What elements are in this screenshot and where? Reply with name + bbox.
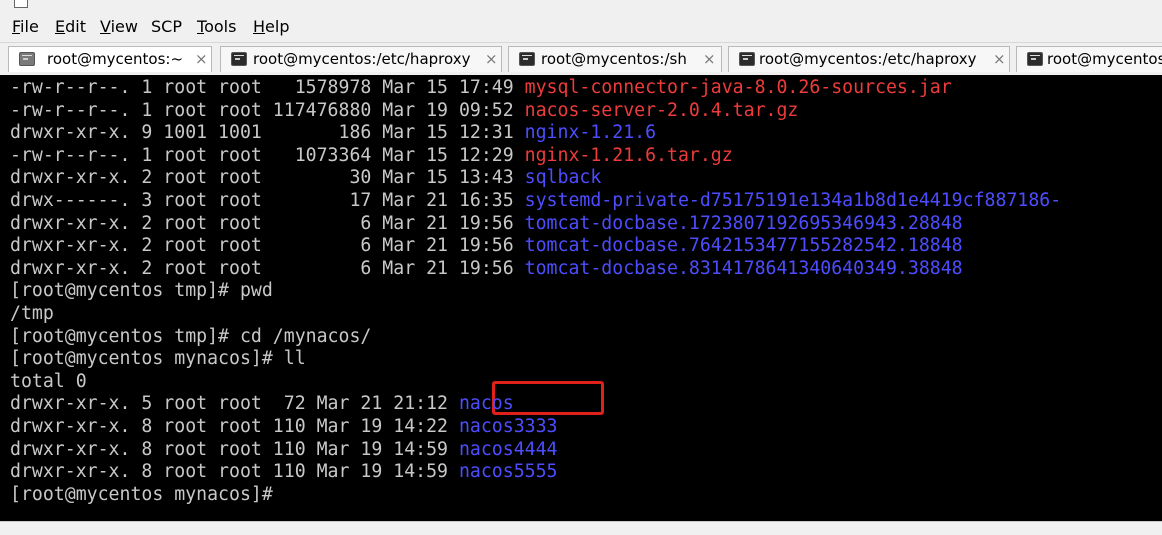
file-name: nacos-server-2.0.4.tar.gz <box>524 99 799 121</box>
menu-view[interactable]: View <box>100 17 138 37</box>
terminal-line: drwxr-xr-x. 9 1001 1001 186 Mar 15 12:31… <box>10 121 656 144</box>
line-text: total 0 <box>10 370 87 392</box>
tab-session-3[interactable]: root@mycentos:/sh × <box>508 46 722 72</box>
line-text: [root@mycentos mynacos]# ll <box>10 348 306 370</box>
terminal-icon <box>19 52 35 66</box>
terminal-output[interactable]: -rw-r--r--. 1 root root 1578978 Mar 15 1… <box>0 75 1162 521</box>
line-text: drwxr-xr-x. 8 root root 110 Mar 19 14:59 <box>10 438 459 460</box>
terminal-line: [root@mycentos mynacos]# <box>10 483 284 506</box>
line-text: drwxr-xr-x. 2 root root 6 Mar 21 19:56 <box>10 212 525 234</box>
terminal-line: drwxr-xr-x. 2 root root 6 Mar 21 19:56 t… <box>10 257 963 280</box>
tab-close-icon[interactable]: × <box>485 50 498 68</box>
tab-label: root@mycentos: <box>1047 50 1162 68</box>
terminal-icon <box>739 52 755 66</box>
menu-scp-label: SCP <box>151 17 182 36</box>
terminal-line: total 0 <box>10 370 87 393</box>
menu-file[interactable]: File <box>12 17 39 37</box>
terminal-line: /tmp <box>10 302 54 325</box>
terminal-icon <box>231 52 247 66</box>
terminal-line: [root@mycentos mynacos]# ll <box>10 347 306 370</box>
window-title-bar <box>0 0 1162 12</box>
line-text: -rw-r--r--. 1 root root 1073364 Mar 15 1… <box>10 144 525 166</box>
tab-label: root@mycentos:~ <box>47 50 184 68</box>
line-text: drwxr-xr-x. 9 1001 1001 186 Mar 15 12:31 <box>10 122 525 144</box>
tab-session-5[interactable]: root@mycentos: <box>1016 46 1162 72</box>
terminal-line: drwxr-xr-x. 5 root root 72 Mar 21 21:12 … <box>10 392 514 415</box>
terminal-line: [root@mycentos tmp]# pwd <box>10 279 273 302</box>
file-name: mysql-connector-java-8.0.26-sources.jar <box>524 77 952 98</box>
line-text: [root@mycentos tmp]# pwd <box>10 280 273 302</box>
directory-name: tomcat-docbase.7642153477155282542.18848 <box>524 235 963 257</box>
line-text: [root@mycentos tmp]# cd /mynacos/ <box>10 325 372 347</box>
line-text: drwxr-xr-x. 8 root root 110 Mar 19 14:59 <box>10 461 459 483</box>
menu-edit-rest: dit <box>65 17 86 36</box>
terminal-line: -rw-r--r--. 1 root root 117476880 Mar 19… <box>10 99 798 122</box>
directory-name: sqlback <box>524 167 602 189</box>
status-bar <box>0 521 1162 535</box>
line-text: drwxr-xr-x. 2 root root 30 Mar 15 13:43 <box>10 167 525 189</box>
directory-name: nacos4444 <box>458 438 558 460</box>
tab-close-icon[interactable]: × <box>993 50 1006 68</box>
terminal-line: [root@mycentos tmp]# cd /mynacos/ <box>10 325 371 348</box>
tab-session-4[interactable]: root@mycentos:/etc/haproxy × <box>728 46 1010 72</box>
terminal-line: drwxr-xr-x. 2 root root 6 Mar 21 19:56 t… <box>10 234 963 257</box>
terminal-line: drwxr-xr-x. 8 root root 110 Mar 19 14:59… <box>10 438 558 461</box>
directory-name: nacos3333 <box>458 416 558 437</box>
directory-name: nacos <box>458 393 514 415</box>
tab-session-1[interactable]: root@mycentos:~ × <box>8 46 212 72</box>
menu-bar: File Edit View SCP Tools Help <box>0 12 1162 43</box>
directory-name: systemd-private-d75175191e134a1b8d1e4419… <box>524 190 1062 211</box>
menu-file-accel: F <box>12 17 21 36</box>
line-text: drwxr-xr-x. 5 root root 72 Mar 21 21:12 <box>10 393 459 415</box>
menu-help-rest: elp <box>265 17 290 36</box>
menu-help[interactable]: Help <box>253 17 289 37</box>
tab-close-icon[interactable]: × <box>195 50 208 68</box>
terminal-icon <box>519 52 535 66</box>
terminal-icon <box>1027 52 1043 66</box>
tab-session-2[interactable]: root@mycentos:/etc/haproxy × <box>220 46 502 72</box>
terminal-line: -rw-r--r--. 1 root root 1073364 Mar 15 1… <box>10 144 733 167</box>
tab-bar: root@mycentos:~ × root@mycentos:/etc/hap… <box>0 43 1162 75</box>
tab-label: root@mycentos:/etc/haproxy <box>253 50 471 68</box>
line-text: drwxr-xr-x. 2 root root 6 Mar 21 19:56 <box>10 235 525 257</box>
tab-label: root@mycentos:/etc/haproxy <box>759 50 977 68</box>
menu-view-rest: iew <box>110 17 138 36</box>
line-text: drwxr-xr-x. 8 root root 110 Mar 19 14:22 <box>10 416 459 437</box>
menu-view-accel: V <box>100 17 111 36</box>
menu-help-accel: H <box>253 17 266 36</box>
directory-name: tomcat-docbase.8314178641340640349.38848 <box>524 257 963 279</box>
tab-close-icon[interactable]: × <box>703 50 716 68</box>
directory-name: tomcat-docbase.1723807192695346943.28848 <box>524 212 963 234</box>
terminal-line: drwxr-xr-x. 8 root root 110 Mar 19 14:59… <box>10 460 558 483</box>
menu-edit-accel: E <box>55 17 66 36</box>
line-text: drwx------. 3 root root 17 Mar 21 16:35 <box>10 190 525 211</box>
menu-file-rest: ile <box>20 17 39 36</box>
line-text: [root@mycentos mynacos]# <box>10 483 284 505</box>
terminal-line: -rw-r--r--. 1 root root 1578978 Mar 15 1… <box>10 76 952 99</box>
menu-scp[interactable]: SCP <box>151 17 182 37</box>
app-icon <box>14 0 28 8</box>
line-text: -rw-r--r--. 1 root root 1578978 Mar 15 1… <box>10 77 525 98</box>
terminal-line: drwx------. 3 root root 17 Mar 21 16:35 … <box>10 189 1061 212</box>
menu-edit[interactable]: Edit <box>55 17 86 37</box>
line-text: drwxr-xr-x. 2 root root 6 Mar 21 19:56 <box>10 257 525 279</box>
terminal-line: drwxr-xr-x. 2 root root 6 Mar 21 19:56 t… <box>10 212 963 235</box>
menu-tools[interactable]: Tools <box>197 17 236 37</box>
terminal-line: drwxr-xr-x. 8 root root 110 Mar 19 14:22… <box>10 415 558 438</box>
terminal-line: drwxr-xr-x. 2 root root 30 Mar 15 13:43 … <box>10 166 601 189</box>
directory-name: nacos5555 <box>458 461 558 483</box>
line-text: -rw-r--r--. 1 root root 117476880 Mar 19… <box>10 99 525 121</box>
menu-tools-accel: T <box>197 17 205 36</box>
file-name: nginx-1.21.6.tar.gz <box>524 144 733 166</box>
menu-tools-rest: ools <box>204 17 237 36</box>
tab-label: root@mycentos:/sh <box>541 50 687 68</box>
directory-name: nginx-1.21.6 <box>524 122 657 144</box>
line-text: /tmp <box>10 303 54 324</box>
